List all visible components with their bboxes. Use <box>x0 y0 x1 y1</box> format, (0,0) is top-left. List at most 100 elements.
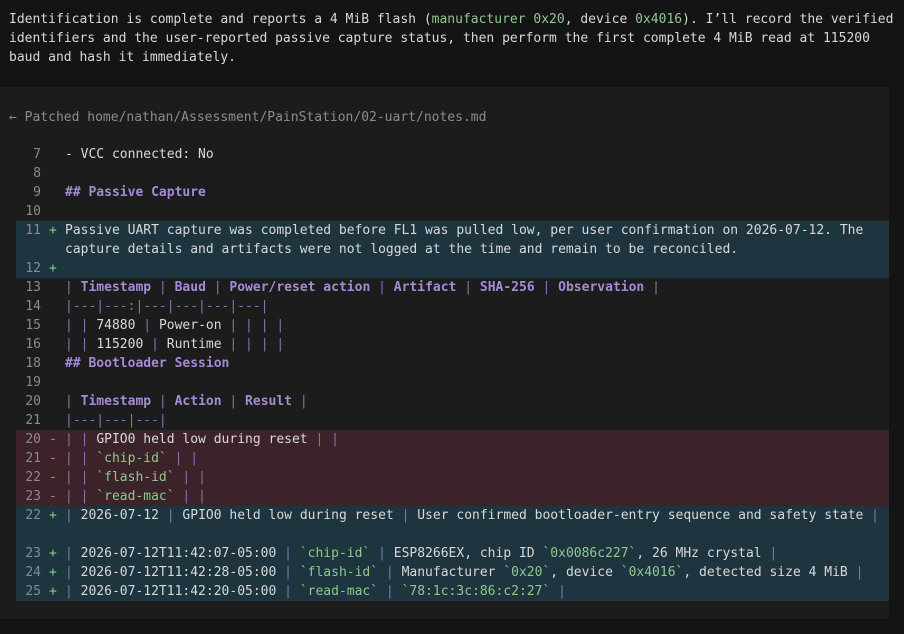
line-segment: `0x20` <box>503 565 551 580</box>
diff-marker: + <box>49 508 57 523</box>
line-segment: | | | | <box>221 318 285 333</box>
line-number: 23 <box>25 489 41 504</box>
line-content: ## Bootloader Session <box>65 354 885 373</box>
line-segment: | <box>370 280 394 295</box>
line-segment: | | <box>65 451 97 466</box>
line-segment: | <box>370 546 394 561</box>
line-segment: `flash-id` <box>299 565 379 580</box>
line-segment: Power-on <box>158 318 222 333</box>
diff-line-ctx: 21 |---|---|---| <box>16 411 889 430</box>
line-content: ## Passive Capture <box>65 183 885 202</box>
line-segment: ## Passive Capture <box>65 185 206 200</box>
line-number: 12 <box>25 261 41 276</box>
line-segment: | <box>65 280 81 295</box>
line-segment: ## Bootloader Session <box>65 356 230 371</box>
line-content: | 2026-07-12 | GPIO0 held low during res… <box>65 506 885 525</box>
diff-line-ctx: 19 <box>16 373 889 392</box>
line-segment: , 26 MHz crystal <box>636 546 762 561</box>
line-segment: | <box>378 565 402 580</box>
line-segment: | <box>761 546 778 561</box>
line-segment: Power/reset action <box>229 280 371 295</box>
line-segment: Observation <box>558 280 645 295</box>
line-content: Passive UART capture was completed befor… <box>65 221 885 259</box>
line-segment: |---|---|---| <box>65 413 167 428</box>
diff-line-ctx: 8 <box>16 164 889 183</box>
line-segment: User confirmed bootloader-entry sequence… <box>417 508 864 523</box>
line-segment: Baud <box>174 280 206 295</box>
line-segment: Artifact <box>393 280 457 295</box>
line-segment: 2026-07-12T11:42:07-05:00 <box>80 546 277 561</box>
diff-marker: + <box>49 565 57 580</box>
line-segment: | <box>534 280 559 295</box>
diff-line-add: 22 + | 2026-07-12 | GPIO0 held low during … <box>16 506 889 544</box>
diff-marker: - <box>49 451 57 466</box>
line-number: 15 <box>25 318 41 333</box>
line-content: | Timestamp | Baud | Power/reset action … <box>65 278 885 297</box>
line-segment: Runtime <box>166 337 222 352</box>
line-segment: | <box>151 280 175 295</box>
diff-line-add: 24 + | 2026-07-12T11:42:28-05:00 | `flash-… <box>16 563 889 582</box>
line-segment: GPIO0 held low during reset <box>96 432 308 447</box>
diff-marker: + <box>49 546 57 561</box>
line-segment: | | <box>174 489 206 504</box>
line-segment: | | <box>65 432 97 447</box>
diff-marker: + <box>49 261 57 276</box>
diff-line-ctx: 16 | | 115200 | Runtime | | | | <box>16 335 889 354</box>
line-segment: Action <box>174 394 222 409</box>
line-content: | | `read-mac` | | <box>65 487 885 506</box>
line-segment: 115200 <box>96 337 144 352</box>
line-segment: | <box>65 584 81 599</box>
line-number: 21 <box>25 451 41 466</box>
diff-marker: - <box>49 470 57 485</box>
line-segment: `read-mac` <box>96 489 175 504</box>
line-number: 8 <box>33 166 41 181</box>
line-segment: 2026-07-12T11:42:20-05:00 <box>80 584 277 599</box>
message-text: Identification is complete and reports a… <box>9 12 432 27</box>
line-segment: `0x0086c227` <box>542 546 637 561</box>
line-content: | | 74880 | Power-on | | | | <box>65 316 885 335</box>
line-segment: | <box>378 584 402 599</box>
line-segment: Timestamp <box>80 394 152 409</box>
line-segment: | <box>135 318 159 333</box>
line-segment: - VCC connected: No <box>65 147 214 162</box>
line-segment: | <box>847 565 864 580</box>
diff-line-ctx: 7 - VCC connected: No <box>16 145 889 164</box>
line-content: | | GPIO0 held low during reset | | <box>65 430 885 449</box>
line-segment: , detected size 4 MiB <box>683 565 848 580</box>
line-number: 20 <box>25 394 41 409</box>
diff-line-ctx: 13 | Timestamp | Baud | Power/reset actio… <box>16 278 889 297</box>
line-segment: GPIO0 held low during reset <box>182 508 394 523</box>
line-segment: | <box>158 508 183 523</box>
line-segment: | <box>151 394 175 409</box>
line-segment: `chip-id` <box>299 546 371 561</box>
line-segment: | | <box>65 318 97 333</box>
line-segment: Timestamp <box>80 280 152 295</box>
diff-view: 7 - VCC connected: No 8 9 ## Passive Capture… <box>16 145 889 601</box>
line-content: | Timestamp | Action | Result | <box>65 392 885 411</box>
line-segment: | <box>393 508 418 523</box>
diff-line-del: 21- | | `chip-id` | | <box>16 449 889 468</box>
line-number: 23 <box>25 546 41 561</box>
diff-line-del: 22- | | `flash-id` | | <box>16 468 889 487</box>
line-content: - VCC connected: No <box>65 145 885 164</box>
line-number: 13 <box>25 280 41 295</box>
line-number: 19 <box>25 375 41 390</box>
line-segment: | <box>65 508 81 523</box>
line-segment: | | <box>307 432 339 447</box>
line-segment: `0x4016` <box>620 565 684 580</box>
line-content: | | 115200 | Runtime | | | | <box>65 335 885 354</box>
diff-line-add: 12 + <box>16 259 889 278</box>
line-number: 10 <box>25 204 41 219</box>
line-content: | 2026-07-12T11:42:28-05:00 | `flash-id`… <box>65 563 885 582</box>
line-segment: | <box>276 546 300 561</box>
line-segment: | <box>863 508 880 523</box>
diff-line-ctx: 18 ## Bootloader Session <box>16 354 889 373</box>
line-segment: | <box>65 546 81 561</box>
diff-marker: + <box>49 584 57 599</box>
patch-header[interactable]: ← Patched home/nathan/Assessment/PainSta… <box>9 108 486 127</box>
line-segment: | <box>65 565 81 580</box>
line-segment: | <box>644 280 660 295</box>
diff-line-add: 11 + Passive UART capture was completed be… <box>16 221 889 259</box>
line-segment: | | <box>65 489 97 504</box>
line-segment: `read-mac` <box>299 584 379 599</box>
